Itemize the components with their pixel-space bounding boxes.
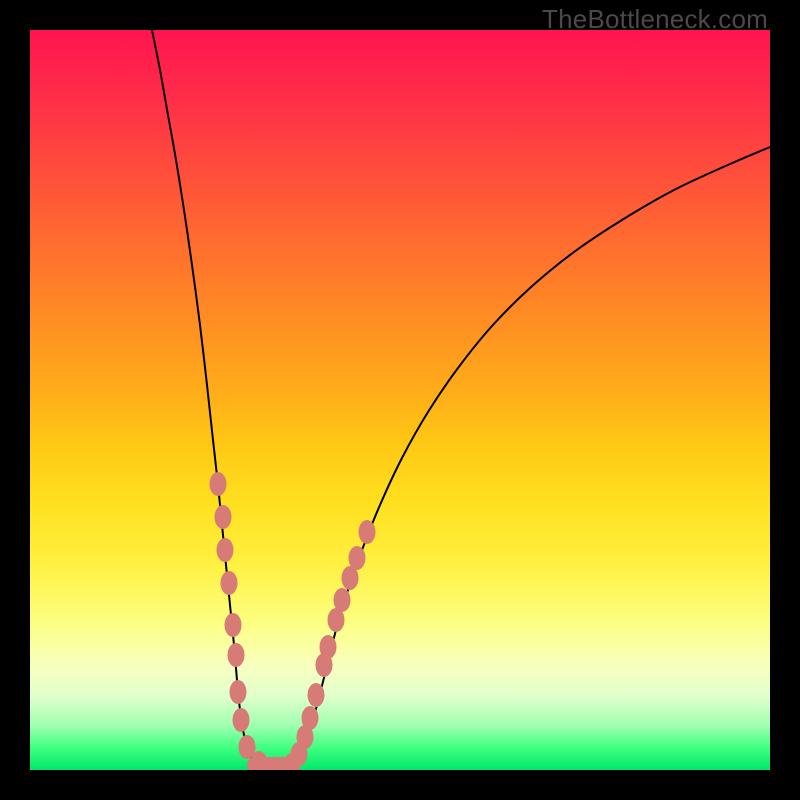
chart-frame: TheBottleneck.com [0,0,800,800]
bead-marker [334,588,351,612]
watermark-text: TheBottleneck.com [542,4,768,35]
bead-marker [308,683,325,707]
curve-right [292,147,770,768]
bead-marker [359,520,376,544]
bead-marker [302,706,319,730]
bead-marker [320,635,337,659]
bead-marker [215,505,232,529]
bead-marker [228,643,245,667]
bead-marker [230,680,247,704]
bead-marker [225,613,242,637]
beads-left-group [210,472,268,770]
bead-marker [349,546,366,570]
plot-area [30,30,770,770]
curve-left [152,30,292,769]
beads-right-group [284,520,376,770]
bead-marker [233,708,250,732]
bead-marker [217,538,234,562]
bead-marker [210,472,227,496]
curves-svg [30,30,770,770]
bead-marker [221,571,238,595]
